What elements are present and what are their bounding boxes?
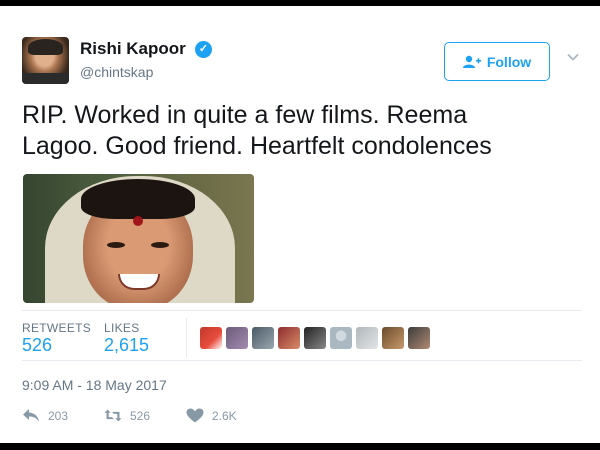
liker-avatars (200, 327, 430, 349)
retweet-button[interactable]: 526 (104, 408, 150, 423)
photo-eye (107, 242, 125, 248)
heart-icon (186, 408, 204, 423)
like-button[interactable]: 2.6K (186, 408, 237, 423)
author-handle[interactable]: @chintskap (80, 64, 153, 80)
tweet-card: Rishi Kapoor ✓ @chintskap Follow RIP. Wo… (0, 6, 600, 443)
avatar-shirt (22, 73, 69, 84)
reply-button[interactable]: 203 (22, 408, 68, 423)
add-user-icon (462, 55, 481, 68)
photo-eye (151, 242, 169, 248)
tweet-text-line: RIP. Worked in quite a few films. Reema (22, 101, 468, 129)
likes-count[interactable]: 2,615 (104, 335, 149, 356)
reply-icon (23, 409, 39, 422)
tweet-photo[interactable] (23, 174, 254, 303)
likes-label: LIKES (104, 321, 140, 335)
divider (22, 310, 582, 311)
liker-avatar[interactable] (252, 327, 274, 349)
author-avatar[interactable] (22, 37, 69, 84)
liker-avatar[interactable] (304, 327, 326, 349)
liker-avatar[interactable] (330, 327, 352, 349)
divider (22, 360, 582, 361)
liker-avatar[interactable] (200, 327, 222, 349)
tweet-text-line: Lagoo. Good friend. Heartfelt condolence… (22, 132, 492, 160)
retweets-count[interactable]: 526 (22, 335, 52, 356)
liker-avatar[interactable] (278, 327, 300, 349)
liker-avatar[interactable] (226, 327, 248, 349)
reply-count: 203 (48, 408, 69, 423)
retweet-count: 526 (130, 408, 151, 423)
author-name[interactable]: Rishi Kapoor (80, 39, 186, 59)
verified-badge-icon: ✓ (195, 41, 212, 58)
photo-hair (81, 179, 195, 219)
like-count: 2.6K (212, 408, 237, 423)
tweet-timestamp[interactable]: 9:09 AM - 18 May 2017 (22, 377, 167, 393)
retweet-icon (104, 409, 122, 422)
liker-avatar[interactable] (408, 327, 430, 349)
follow-button[interactable]: Follow (444, 42, 550, 81)
avatar-hair (28, 39, 63, 55)
chevron-down-icon[interactable] (566, 50, 580, 64)
tweet-text: RIP. Worked in quite a few films. Reema … (22, 100, 582, 162)
photo-bindi (133, 216, 143, 226)
liker-avatar[interactable] (382, 327, 404, 349)
follow-button-label: Follow (486, 53, 532, 70)
liker-avatar[interactable] (356, 327, 378, 349)
retweets-label: RETWEETS (22, 321, 92, 335)
stats-separator (186, 318, 187, 358)
